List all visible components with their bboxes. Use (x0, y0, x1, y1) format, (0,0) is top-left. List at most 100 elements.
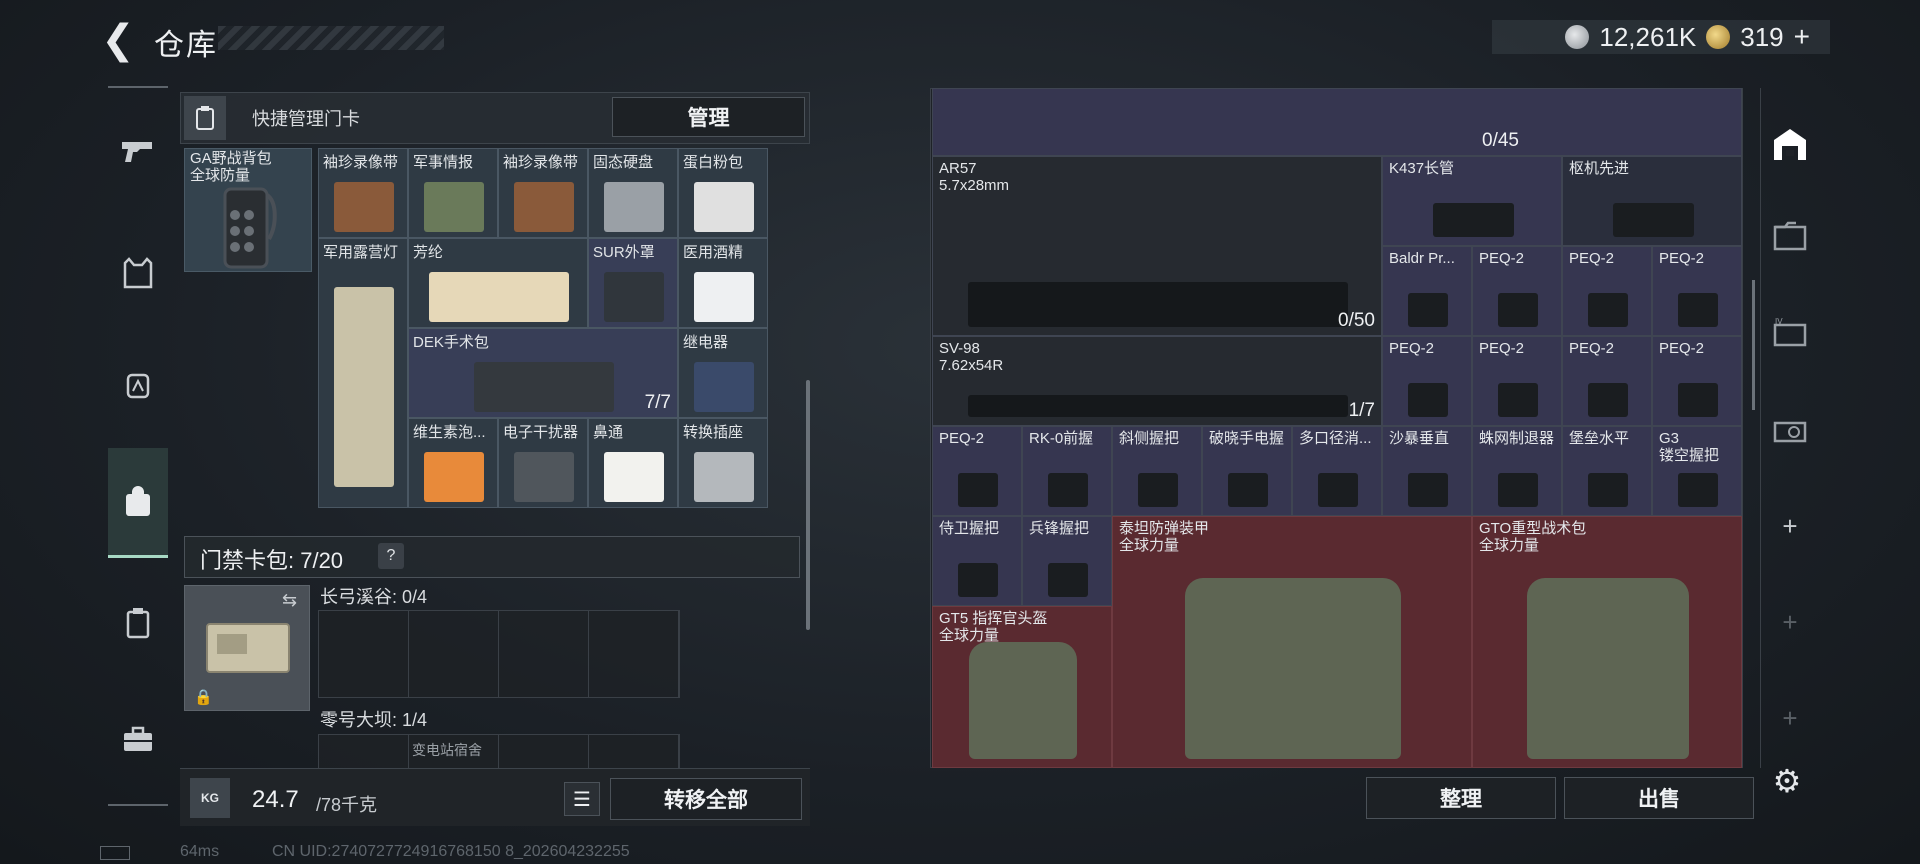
backpack-item-slot[interactable]: 固态硬盘 (588, 148, 678, 238)
stash-tab-warehouse[interactable] (1760, 104, 1820, 184)
dam-slot-label: 变电站宿舍 (412, 742, 482, 758)
item-label: 堡垒水平 (1569, 430, 1629, 447)
map-slots-dam[interactable] (318, 734, 680, 770)
item-label: GTO重型战术包 全球力量 (1479, 520, 1586, 554)
backpack-item-slot[interactable]: 鼻通 (588, 418, 678, 508)
stash-item-slot[interactable]: Baldr Pr... (1382, 246, 1472, 336)
item-name: PEQ-2 (1569, 250, 1615, 267)
stash-item-slot[interactable]: 泰坦防弹装甲 全球力量 (1112, 516, 1472, 768)
backpack-item-slot[interactable]: 电子干扰器 (498, 418, 588, 508)
backpack-item-slot[interactable]: 军用露营灯 (318, 238, 408, 508)
keycard-image (206, 623, 290, 673)
item-image (604, 452, 664, 502)
stash-top-row[interactable]: 0/45 (932, 88, 1742, 156)
item-image (694, 182, 754, 232)
stash-item-slot[interactable]: RK-0前握 (1022, 426, 1112, 516)
nav-armor[interactable] (108, 218, 168, 328)
stash-item-slot[interactable]: 破晓手电握 (1202, 426, 1292, 516)
stash-item-slot[interactable]: 沙暴垂直 (1382, 426, 1472, 516)
item-label: PEQ-2 (1569, 340, 1614, 357)
stash-item-slot[interactable]: 斜侧握把 (1112, 426, 1202, 516)
stash-tab-4[interactable] (1760, 388, 1820, 468)
item-image (1587, 382, 1629, 417)
map-slots-longbow[interactable] (318, 610, 680, 698)
item-label: 电子干扰器 (503, 424, 579, 441)
stash-item-slot[interactable]: PEQ-2 (1472, 336, 1562, 426)
item-image (514, 182, 574, 232)
swap-icon[interactable]: ⇆ (282, 590, 297, 611)
back-button[interactable]: ❮ (98, 18, 138, 62)
item-label: 侍卫握把 (939, 520, 999, 537)
stash-item-slot[interactable]: 兵锋握把 (1022, 516, 1112, 606)
nav-backpack[interactable] (108, 448, 168, 558)
stash-item-slot[interactable]: 堡垒水平 (1562, 426, 1652, 516)
item-label: 破晓手电握 (1209, 430, 1284, 447)
add-stash-tab-button[interactable]: + (1760, 678, 1820, 758)
nav-helmet[interactable] (108, 330, 168, 440)
gold-currency-value: 319 (1740, 21, 1784, 52)
stash-item-slot[interactable]: PEQ-2 (1562, 336, 1652, 426)
list-view-button[interactable]: ☰ (564, 782, 600, 816)
stash-item-slot[interactable]: GT5 指挥官头盔 全球力量 (932, 606, 1112, 768)
item-name: PEQ-2 (1479, 250, 1525, 267)
backpack-item-slot[interactable]: 继电器 (678, 328, 768, 418)
left-scrollbar[interactable] (806, 380, 810, 630)
item-label: 固态硬盘 (593, 154, 654, 171)
map-label-longbow: 长弓溪谷: 0/4 (320, 587, 428, 607)
backpack-item-slot[interactable]: 转换插座 (678, 418, 768, 508)
sell-button[interactable]: 出售 (1564, 777, 1754, 819)
backpack-item-slot[interactable]: 维生素泡... (408, 418, 498, 508)
stash-item-slot[interactable]: 多口径消... (1292, 426, 1382, 516)
backpack-item-slot[interactable]: DEK手术包 7/7 (408, 328, 678, 418)
item-image (1432, 202, 1514, 237)
item-label: K437长管 (1389, 160, 1454, 177)
nav-keycard-case[interactable] (108, 568, 168, 678)
stash-item-slot[interactable]: K437长管 (1382, 156, 1562, 246)
backpack-item-slot[interactable]: 军事情报 (408, 148, 498, 238)
backpack-item-slot[interactable]: 芳纶 (408, 238, 588, 328)
backpack-item-slot[interactable]: 医用酒精 (678, 238, 768, 328)
backpack-item-slot[interactable]: SUR外罩 (588, 238, 678, 328)
help-button[interactable]: ? (378, 543, 404, 569)
add-stash-tab-button[interactable]: + (1760, 582, 1820, 662)
stash-item-slot[interactable]: G3 镂空握把 (1652, 426, 1742, 516)
stash-item-slot[interactable]: PEQ-2 (1652, 336, 1742, 426)
add-currency-button[interactable]: + (1794, 21, 1810, 53)
stash-item-slot[interactable]: PEQ-2 (932, 426, 1022, 516)
keycard-case-icon (126, 608, 150, 639)
nav-toolbox[interactable] (108, 684, 168, 794)
backpack-item-slot[interactable]: 袖珍录像带 (318, 148, 408, 238)
backpack-subtitle: 全球防量 (190, 167, 251, 184)
item-image (1407, 382, 1449, 417)
backpack-item-slot[interactable]: 袖珍录像带 (498, 148, 588, 238)
stash-item-slot[interactable]: GTO重型战术包 全球力量 (1472, 516, 1742, 768)
stash-item-slot[interactable]: AR57 5.7x28mm 0/50 (932, 156, 1382, 336)
item-label: 兵锋握把 (1029, 520, 1089, 537)
backpack-name: GA野战背包 全球防量 (190, 150, 272, 184)
stash-item-slot[interactable]: SV-98 7.62x54R 1/7 (932, 336, 1382, 426)
sort-button[interactable]: 整理 (1366, 777, 1556, 819)
stash-tab-3[interactable]: IV (1760, 292, 1820, 372)
weight-value: 24.7 (252, 786, 299, 813)
right-nav-scrollbar[interactable] (1752, 280, 1755, 410)
transfer-all-button[interactable]: 转移全部 (610, 778, 802, 820)
stash-tab-2[interactable] (1760, 196, 1820, 276)
item-image (424, 452, 484, 502)
stash-item-slot[interactable]: PEQ-2 (1472, 246, 1562, 336)
stash-item-slot[interactable]: 枢机先进 (1562, 156, 1742, 246)
stash-item-slot[interactable]: 侍卫握把 (932, 516, 1022, 606)
item-name: GT5 指挥官头盔 (939, 610, 1048, 627)
stash-item-slot[interactable]: PEQ-2 (1652, 246, 1742, 336)
settings-gear-icon[interactable]: ⚙ (1766, 760, 1808, 802)
stash-item-slot[interactable]: 蛛网制退器 (1472, 426, 1562, 516)
add-stash-tab-button[interactable]: + (1760, 486, 1820, 566)
item-image (1497, 292, 1539, 327)
manage-button[interactable]: 管理 (612, 97, 805, 137)
nav-weapons[interactable] (108, 96, 168, 206)
item-image (968, 282, 1348, 327)
stash-item-slot[interactable]: PEQ-2 (1382, 336, 1472, 426)
item-image (969, 642, 1077, 759)
item-image (694, 452, 754, 502)
stash-item-slot[interactable]: PEQ-2 (1562, 246, 1652, 336)
backpack-item-slot[interactable]: 蛋白粉包 (678, 148, 768, 238)
